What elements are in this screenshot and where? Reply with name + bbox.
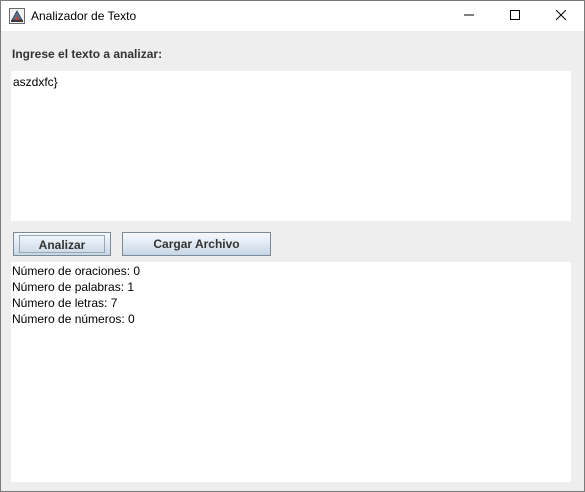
window-title: Analizador de Texto <box>31 9 137 23</box>
minimize-button[interactable] <box>446 1 492 31</box>
sentence-count: Número de oraciones: 0 <box>12 264 141 278</box>
number-count: Número de números: 0 <box>12 312 135 326</box>
analyze-button-label: Analizar <box>19 235 105 253</box>
close-button[interactable] <box>538 1 584 31</box>
text-input-area[interactable]: aszdxfc} <box>11 71 571 221</box>
results-area[interactable]: Número de oraciones: 0 Número de palabra… <box>11 262 571 482</box>
maximize-icon <box>510 7 520 25</box>
word-count: Número de palabras: 1 <box>12 280 135 294</box>
close-icon <box>555 7 567 25</box>
letter-count: Número de letras: 7 <box>12 296 118 310</box>
java-cup-icon <box>9 8 25 24</box>
minimize-icon <box>464 7 474 25</box>
load-file-button[interactable]: Cargar Archivo <box>122 232 271 256</box>
input-prompt-label: Ingrese el texto a analizar: <box>12 47 163 61</box>
app-window: Analizador de Texto Ingrese el texto a a… <box>0 0 585 492</box>
maximize-button[interactable] <box>492 1 538 31</box>
title-bar[interactable]: Analizador de Texto <box>1 1 584 31</box>
analyze-button[interactable]: Analizar <box>13 232 111 256</box>
